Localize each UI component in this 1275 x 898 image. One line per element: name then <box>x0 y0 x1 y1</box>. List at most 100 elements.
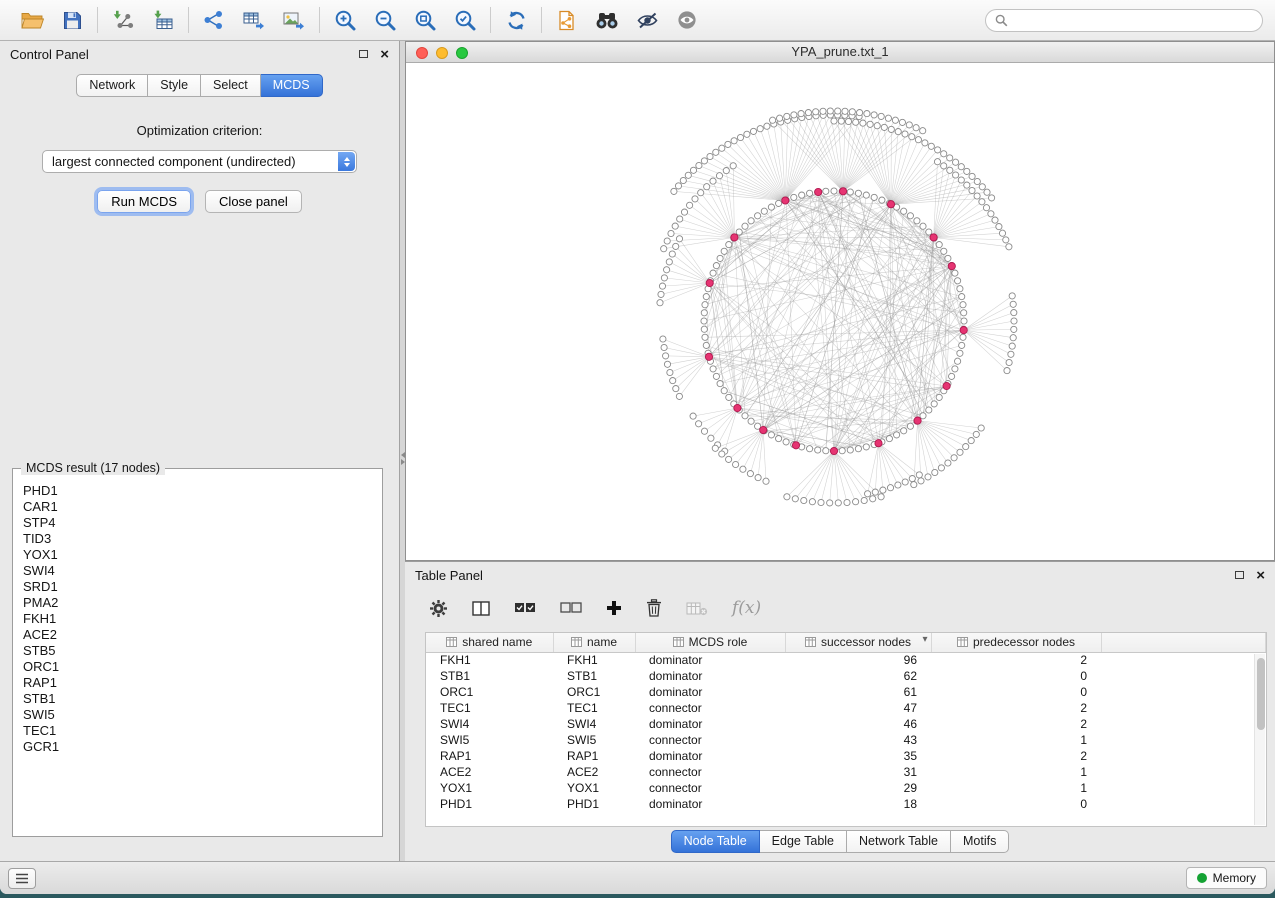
dominator-node[interactable] <box>815 188 822 195</box>
table-row[interactable]: TEC1TEC1connector472 <box>426 700 1266 716</box>
network-node[interactable] <box>949 373 955 379</box>
mcds-result-item[interactable]: YOX1 <box>23 547 380 563</box>
network-node[interactable] <box>707 153 713 159</box>
network-node[interactable] <box>704 184 710 190</box>
network-node[interactable] <box>1008 351 1014 357</box>
network-node[interactable] <box>894 432 900 438</box>
network-node[interactable] <box>664 267 670 273</box>
network-node[interactable] <box>736 229 742 235</box>
network-node[interactable] <box>844 499 850 505</box>
network-node[interactable] <box>658 291 664 297</box>
network-node[interactable] <box>915 137 921 143</box>
search-input[interactable] <box>1013 13 1253 27</box>
network-node[interactable] <box>1009 343 1015 349</box>
dominator-node[interactable] <box>840 188 847 195</box>
network-node[interactable] <box>799 192 805 198</box>
mcds-result-item[interactable]: RAP1 <box>23 675 380 691</box>
network-node[interactable] <box>860 120 866 126</box>
table-row[interactable]: RAP1RAP1dominator352 <box>426 748 1266 764</box>
network-node[interactable] <box>922 140 928 146</box>
network-node[interactable] <box>777 115 783 121</box>
table-row[interactable]: STB1STB1dominator620 <box>426 668 1266 684</box>
network-node[interactable] <box>918 478 924 484</box>
dominator-node[interactable] <box>706 279 713 286</box>
network-node[interactable] <box>807 446 813 452</box>
mcds-result-item[interactable]: SWI5 <box>23 707 380 723</box>
network-node[interactable] <box>911 482 917 488</box>
network-node[interactable] <box>742 413 748 419</box>
dominator-node[interactable] <box>887 201 894 208</box>
network-node[interactable] <box>969 173 975 179</box>
column-header-successor-nodes[interactable]: successor nodes▾ <box>785 633 931 652</box>
network-node[interactable] <box>928 143 934 149</box>
network-node[interactable] <box>920 223 926 229</box>
dominator-node[interactable] <box>782 197 789 204</box>
close-table-panel-icon[interactable]: × <box>1256 568 1265 583</box>
network-node[interactable] <box>755 213 761 219</box>
network-node[interactable] <box>1010 335 1016 341</box>
network-node[interactable] <box>941 248 947 254</box>
network-node[interactable] <box>807 190 813 196</box>
network-node[interactable] <box>703 294 709 300</box>
network-node[interactable] <box>702 302 708 308</box>
tab-node-table[interactable]: Node Table <box>671 830 760 853</box>
network-node[interactable] <box>992 217 998 223</box>
network-node[interactable] <box>958 164 964 170</box>
network-node[interactable] <box>664 238 670 244</box>
network-node[interactable] <box>978 425 984 431</box>
network-node[interactable] <box>671 188 677 194</box>
network-node[interactable] <box>791 194 797 200</box>
network-node[interactable] <box>823 188 829 194</box>
network-node[interactable] <box>716 173 722 179</box>
tab-edge-table[interactable]: Edge Table <box>760 830 847 853</box>
network-node[interactable] <box>661 246 667 252</box>
network-node[interactable] <box>801 497 807 503</box>
network-node[interactable] <box>914 218 920 224</box>
export-network-button[interactable] <box>194 5 234 35</box>
float-panel-icon[interactable] <box>359 50 368 58</box>
network-window-titlebar[interactable]: YPA_prune.txt_1 <box>406 42 1274 63</box>
network-node[interactable] <box>747 471 753 477</box>
network-node[interactable] <box>661 275 667 281</box>
network-node[interactable] <box>776 436 782 442</box>
network-node[interactable] <box>941 163 947 169</box>
network-node[interactable] <box>888 126 894 132</box>
network-node[interactable] <box>931 401 937 407</box>
dominator-node[interactable] <box>731 234 738 241</box>
mcds-result-item[interactable]: GCR1 <box>23 739 380 755</box>
network-node[interactable] <box>865 491 871 497</box>
network-node[interactable] <box>957 449 963 455</box>
network-node[interactable] <box>936 394 942 400</box>
network-canvas[interactable] <box>406 63 1274 560</box>
network-node[interactable] <box>968 438 974 444</box>
network-node[interactable] <box>878 113 884 119</box>
mcds-result-item[interactable]: TID3 <box>23 531 380 547</box>
network-node[interactable] <box>1006 244 1012 250</box>
network-node[interactable] <box>895 129 901 135</box>
network-node[interactable] <box>842 108 848 114</box>
refresh-button[interactable] <box>496 5 536 35</box>
network-node[interactable] <box>723 168 729 174</box>
network-node[interactable] <box>835 500 841 506</box>
network-node[interactable] <box>690 413 696 419</box>
network-node[interactable] <box>952 270 958 276</box>
table-row[interactable]: YOX1YOX1connector291 <box>426 780 1266 796</box>
network-node[interactable] <box>730 163 736 169</box>
network-node[interactable] <box>831 118 837 124</box>
network-node[interactable] <box>713 373 719 379</box>
zoom-fit-button[interactable] <box>405 5 445 35</box>
network-node[interactable] <box>996 224 1002 230</box>
zoom-out-button[interactable] <box>365 5 405 35</box>
network-node[interactable] <box>974 178 980 184</box>
close-panel-button[interactable]: Close panel <box>205 190 302 213</box>
table-settings-button[interactable] <box>429 599 448 618</box>
zoom-in-button[interactable] <box>325 5 365 35</box>
network-node[interactable] <box>748 218 754 224</box>
network-node[interactable] <box>835 108 841 114</box>
network-node[interactable] <box>710 366 716 372</box>
network-node[interactable] <box>926 229 932 235</box>
network-node[interactable] <box>916 472 922 478</box>
network-node[interactable] <box>871 112 877 118</box>
table-row[interactable]: ORC1ORC1dominator610 <box>426 684 1266 700</box>
network-node[interactable] <box>864 111 870 117</box>
